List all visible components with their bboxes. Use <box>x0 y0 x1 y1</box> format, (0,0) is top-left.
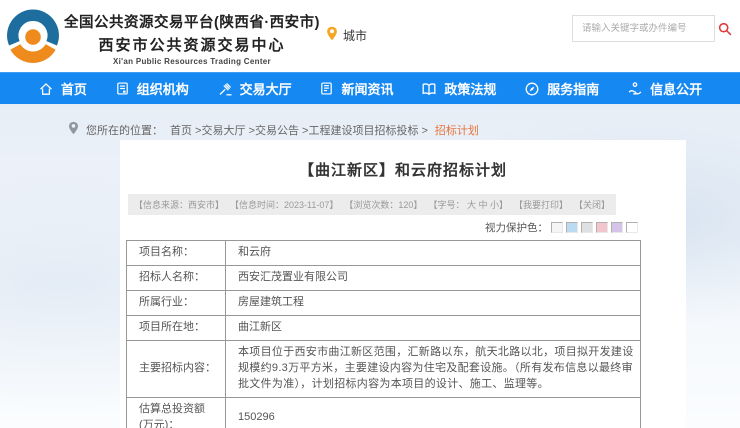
row-value: 西安汇茂置业有限公司 <box>226 265 641 290</box>
eye-protect-row: 视力保护色： <box>120 220 638 235</box>
meta-fontsize-control[interactable]: 【字号： 大 中 小】 <box>428 198 508 211</box>
row-label: 所属行业： <box>127 290 226 315</box>
table-row: 项目所在地： 曲江新区 <box>127 315 641 340</box>
eye-protect-swatch-4[interactable] <box>596 222 608 233</box>
site-header: 全国公共资源交易平台(陕西省·西安市) 西安市公共资源交易中心 Xi'an Pu… <box>0 0 740 72</box>
table-row: 招标人名称： 西安汇茂置业有限公司 <box>127 265 641 290</box>
breadcrumb-pin-icon <box>68 121 79 138</box>
nav-label: 组织机构 <box>137 79 189 98</box>
table-row: 所属行业： 房屋建筑工程 <box>127 290 641 315</box>
nav-label: 服务指南 <box>547 79 599 98</box>
table-row: 估算总投资额(万元)： 150296 <box>127 397 641 428</box>
breadcrumb-path[interactable]: 首页 >交易大厅 >交易公告 >工程建设项目招标投标 > <box>170 122 428 138</box>
meta-time: 【信息时间：2023-11-07】 <box>230 198 338 211</box>
book-icon <box>421 81 437 97</box>
nav-label: 新闻资讯 <box>341 79 393 98</box>
nav-item-organization[interactable]: 组织机构 <box>115 79 189 98</box>
nav-item-info-disclosure[interactable]: 信息公开 <box>627 79 702 98</box>
meta-source: 【信息来源：西安市】 <box>134 198 224 211</box>
table-row: 主要招标内容： 本项目位于西安市曲江新区范围，汇新路以东，航天北路以北，项目拟开… <box>127 340 641 397</box>
eye-protect-swatch-2[interactable] <box>566 222 578 233</box>
site-title-line1: 全国公共资源交易平台(陕西省·西安市) <box>64 11 320 32</box>
site-title-english: Xi'an Public Resources Trading Center <box>64 57 320 66</box>
row-value: 曲江新区 <box>226 315 641 340</box>
nav-item-service-guide[interactable]: 服务指南 <box>524 79 599 98</box>
project-info-table: 项目名称： 和云府 招标人名称： 西安汇茂置业有限公司 所属行业： 房屋建筑工程… <box>126 240 641 428</box>
article-title: 【曲江新区】和云府招标计划 <box>120 159 686 180</box>
eye-protect-label: 视力保护色： <box>485 220 548 235</box>
close-button[interactable]: 【关闭】 <box>574 198 610 211</box>
nav-item-news[interactable]: 新闻资讯 <box>319 79 393 98</box>
page: 全国公共资源交易平台(陕西省·西安市) 西安市公共资源交易中心 Xi'an Pu… <box>0 0 740 428</box>
nav-item-policies[interactable]: 政策法规 <box>421 79 496 98</box>
nav-item-trading-hall[interactable]: 交易大厅 <box>217 79 292 98</box>
row-label: 招标人名称： <box>127 265 226 290</box>
article-meta-bar: 【信息来源：西安市】 【信息时间：2023-11-07】 【浏览次数：120】 … <box>128 194 616 215</box>
meta-views: 【浏览次数：120】 <box>344 198 422 211</box>
site-logo-icon <box>6 9 60 63</box>
print-button[interactable]: 【我要打印】 <box>514 198 568 211</box>
site-title-line2: 西安市公共资源交易中心 <box>64 34 320 55</box>
search-input[interactable] <box>573 23 718 34</box>
search-box <box>572 15 715 42</box>
row-label: 项目所在地： <box>127 315 226 340</box>
row-value: 房屋建筑工程 <box>226 290 641 315</box>
news-icon <box>319 81 334 96</box>
city-selector[interactable]: 城市 <box>326 26 367 44</box>
compass-icon <box>524 81 540 97</box>
eye-protect-swatch-6[interactable] <box>626 222 638 233</box>
hand-share-icon <box>627 81 643 97</box>
site-title: 全国公共资源交易平台(陕西省·西安市) 西安市公共资源交易中心 Xi'an Pu… <box>64 11 320 66</box>
content-area: 您所在的位置： 首页 >交易大厅 >交易公告 >工程建设项目招标投标 > 招标计… <box>0 104 740 428</box>
nav-label: 交易大厅 <box>240 79 292 98</box>
row-label: 主要招标内容： <box>127 340 226 397</box>
breadcrumb: 您所在的位置： 首页 >交易大厅 >交易公告 >工程建设项目招标投标 > 招标计… <box>68 121 479 138</box>
nav-label: 信息公开 <box>650 79 702 98</box>
nav-label: 政策法规 <box>444 79 496 98</box>
eye-protect-swatch-5[interactable] <box>611 222 623 233</box>
eye-protect-swatch-1[interactable] <box>551 222 563 233</box>
location-pin-icon <box>326 26 338 44</box>
eye-protect-swatch-3[interactable] <box>581 222 593 233</box>
breadcrumb-prefix: 您所在的位置： <box>86 122 163 138</box>
nav-label: 首页 <box>61 79 87 98</box>
row-value: 本项目位于西安市曲江新区范围，汇新路以东，航天北路以北，项目拟开发建设规模约9.… <box>226 340 641 397</box>
article-card: 【曲江新区】和云府招标计划 【信息来源：西安市】 【信息时间：2023-11-0… <box>120 140 686 428</box>
row-value: 和云府 <box>226 241 641 266</box>
document-icon <box>115 81 130 96</box>
row-label: 项目名称： <box>127 241 226 266</box>
main-nav: 首页 组织机构 交易大厅 <box>0 72 740 104</box>
city-label: 城市 <box>343 27 367 44</box>
search-icon[interactable] <box>718 22 732 36</box>
home-icon <box>38 81 54 97</box>
breadcrumb-current: 招标计划 <box>435 122 479 138</box>
table-row: 项目名称： 和云府 <box>127 241 641 266</box>
row-value: 150296 <box>226 397 641 428</box>
nav-item-home[interactable]: 首页 <box>38 79 87 98</box>
row-label: 估算总投资额(万元)： <box>127 397 226 428</box>
gavel-icon <box>217 81 233 97</box>
